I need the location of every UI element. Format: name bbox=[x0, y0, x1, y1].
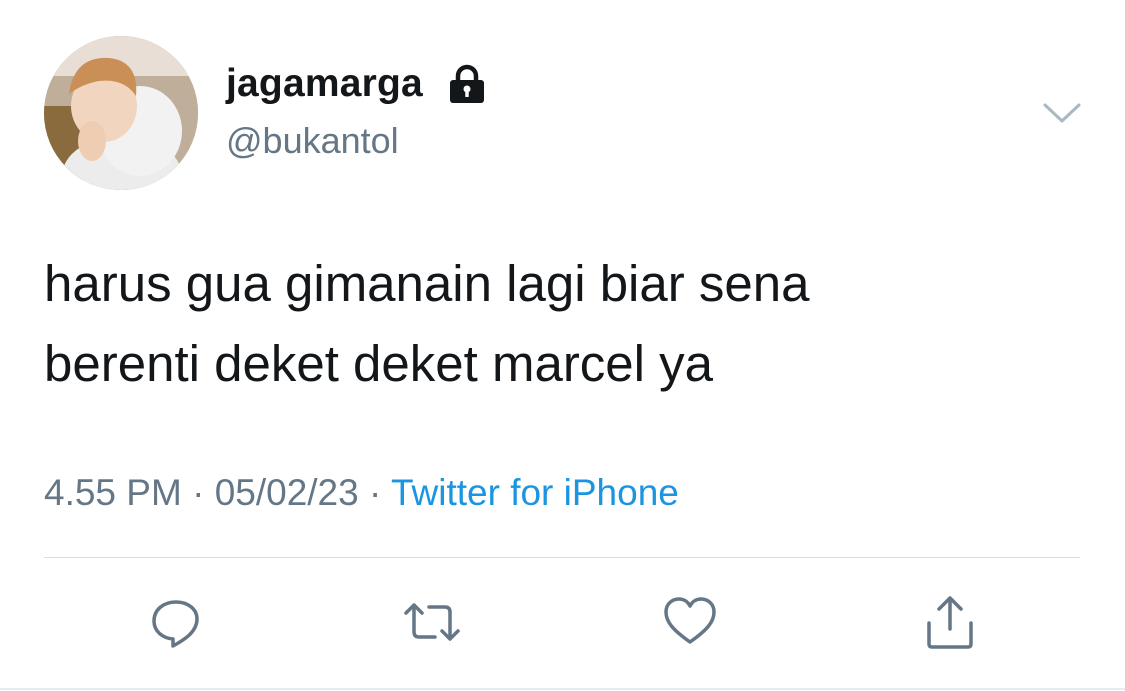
tweet-text: harus gua gimanain lagi biar sena berent… bbox=[44, 255, 810, 392]
profile-photo bbox=[44, 36, 198, 190]
divider bbox=[44, 557, 1080, 558]
meta-separator: · bbox=[192, 472, 205, 513]
chevron-down-icon[interactable] bbox=[1040, 96, 1084, 130]
display-name[interactable]: jagamarga bbox=[226, 62, 423, 106]
display-name-row: jagamarga bbox=[226, 62, 489, 106]
avatar[interactable] bbox=[44, 36, 198, 190]
user-handle[interactable]: @bukantol bbox=[226, 120, 399, 162]
heart-icon bbox=[664, 597, 716, 644]
like-button[interactable] bbox=[660, 592, 720, 652]
meta-separator: · bbox=[369, 472, 382, 513]
share-icon bbox=[927, 596, 973, 649]
reply-button[interactable] bbox=[146, 592, 206, 652]
tweet-meta: 4.55 PM · 05/02/23 · Twitter for iPhone bbox=[44, 472, 679, 514]
tweet-source-link[interactable]: Twitter for iPhone bbox=[391, 472, 679, 513]
retweet-button[interactable] bbox=[402, 592, 462, 652]
tweet-date[interactable]: 05/02/23 bbox=[215, 472, 359, 513]
comment-icon bbox=[152, 600, 199, 648]
lock-icon bbox=[449, 64, 484, 103]
tweet-time[interactable]: 4.55 PM bbox=[44, 472, 182, 513]
bottom-border bbox=[0, 688, 1125, 690]
retweet-icon bbox=[404, 603, 460, 641]
share-button[interactable] bbox=[920, 592, 980, 652]
